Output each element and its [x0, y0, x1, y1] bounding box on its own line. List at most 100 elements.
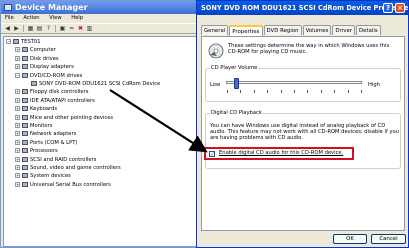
- tree-item-label: Floppy disk controllers: [30, 89, 89, 96]
- disable-icon[interactable]: ✖: [77, 25, 84, 32]
- tree-item[interactable]: − TEST01: [6, 38, 41, 46]
- system-icon: [22, 173, 28, 179]
- processor-icon: [22, 148, 28, 154]
- properties-panel: These settings determine the way in whic…: [201, 36, 405, 231]
- tab-properties[interactable]: Properties: [229, 25, 263, 36]
- intro-text-line-2: CD-ROM for playing CD music.: [228, 49, 307, 55]
- print-icon[interactable]: ▤: [36, 25, 43, 32]
- volume-tick: [294, 90, 295, 93]
- tree-item-label: Sound, video and game controllers: [30, 165, 121, 171]
- tree-item[interactable]: − DVD/CD-ROM drives: [15, 72, 82, 80]
- expand-icon[interactable]: +: [15, 47, 20, 53]
- menu-view[interactable]: View: [49, 15, 61, 21]
- computer-icon: [13, 39, 19, 44]
- close-button[interactable]: ×: [395, 3, 405, 13]
- tree-item[interactable]: SONY DVD-ROM DDU1621 SCSI CdRom Device: [24, 80, 160, 88]
- usb-icon: [22, 181, 28, 187]
- expand-icon[interactable]: +: [15, 131, 20, 137]
- uninstall-icon[interactable]: ≈: [68, 25, 75, 32]
- tab-volumes[interactable]: Volumes: [302, 25, 332, 35]
- network-icon: [22, 131, 28, 137]
- tree-item[interactable]: + System devices: [15, 172, 71, 180]
- volume-group-label: CD Player Volume: [210, 65, 259, 72]
- tree-item[interactable]: + Disk drives: [15, 55, 59, 63]
- volume-tick: [240, 90, 241, 93]
- cancel-button[interactable]: Cancel: [371, 234, 406, 244]
- tree-item[interactable]: + SCSI and RAID controllers: [15, 156, 96, 164]
- tree-item[interactable]: + Keyboards: [15, 105, 57, 113]
- enable-digital-audio-checkbox[interactable]: ✓: [209, 151, 215, 158]
- volume-slider[interactable]: [226, 78, 362, 93]
- tree-item-label: Processors: [30, 148, 58, 155]
- tree-item[interactable]: + Display adapters: [15, 63, 74, 71]
- tree-item[interactable]: + IDE ATA/ATAPI controllers: [15, 97, 95, 105]
- device-tree[interactable]: − TEST01 + Computer + Disk drives + Display ada…: [3, 36, 199, 247]
- volume-tick: [307, 90, 308, 93]
- collapse-icon[interactable]: −: [15, 72, 20, 78]
- tree-item[interactable]: + Universal Serial Bus controllers: [15, 181, 111, 189]
- expand-icon[interactable]: +: [15, 173, 20, 179]
- tree-item[interactable]: + Monitors: [15, 122, 52, 130]
- collapse-icon[interactable]: −: [6, 39, 11, 44]
- scan-icon[interactable]: ▣: [59, 25, 66, 32]
- tree-item-label: IDE ATA/ATAPI controllers: [30, 97, 95, 104]
- ok-button[interactable]: OK: [333, 234, 367, 244]
- volume-slider-thumb[interactable]: [234, 78, 239, 89]
- computer-icon: [22, 47, 28, 53]
- tab-driver[interactable]: Driver: [332, 25, 356, 35]
- forward-icon[interactable]: ▶: [13, 25, 20, 32]
- checkbox-label[interactable]: Enable digital CD audio for this CD-ROM …: [219, 150, 343, 157]
- expand-icon[interactable]: +: [15, 106, 20, 112]
- expand-icon[interactable]: +: [15, 97, 20, 103]
- expand-icon[interactable]: +: [15, 148, 20, 154]
- expand-icon[interactable]: +: [15, 139, 20, 145]
- help-icon[interactable]: ?: [45, 25, 52, 32]
- display-icon: [22, 64, 28, 70]
- expand-icon[interactable]: +: [15, 89, 20, 95]
- properties-icon[interactable]: ▦: [27, 25, 34, 32]
- expand-icon[interactable]: +: [15, 55, 20, 61]
- properties-dialog: SONY DVD ROM DDU1621 SCSI CdRom Device P…: [196, 0, 409, 248]
- mouse-icon: [22, 114, 28, 120]
- expand-icon[interactable]: +: [15, 64, 20, 70]
- menu-bar: File Action View Help: [1, 14, 199, 23]
- dialog-titlebar[interactable]: SONY DVD ROM DDU1621 SCSI CdRom Device P…: [197, 1, 408, 15]
- tree-item-label: Disk drives: [30, 55, 59, 62]
- tree-item[interactable]: + Sound, video and game controllers: [15, 164, 121, 172]
- tree-item-label: SONY DVD-ROM DDU1621 SCSI CdRom Device: [39, 81, 161, 87]
- tree-item[interactable]: + Computer: [15, 46, 56, 54]
- tab-general[interactable]: General: [201, 25, 229, 35]
- device-manager-app-icon: [4, 4, 12, 11]
- volume-high-label: High: [368, 82, 380, 88]
- controller-icon: [22, 156, 28, 162]
- tab-details[interactable]: Details: [356, 25, 381, 35]
- back-icon[interactable]: ◀: [4, 25, 11, 32]
- menu-help[interactable]: Help: [71, 15, 83, 21]
- menu-action[interactable]: Action: [23, 15, 39, 21]
- tab-dvd-region[interactable]: DVD Region: [263, 25, 302, 35]
- expand-icon[interactable]: +: [15, 123, 20, 128]
- expand-icon[interactable]: +: [15, 114, 20, 120]
- tree-item[interactable]: + Ports (COM & LPT): [15, 139, 77, 147]
- cdrom-icon: [22, 72, 28, 78]
- toolbar-separator: [23, 25, 24, 32]
- tree-item-label: Network adapters: [30, 131, 77, 138]
- volume-tick: [361, 90, 362, 93]
- expand-icon[interactable]: +: [15, 156, 20, 162]
- update-driver-icon[interactable]: ▥: [86, 25, 93, 32]
- menu-file[interactable]: File: [5, 15, 14, 21]
- tree-item[interactable]: + Network adapters: [15, 130, 76, 138]
- device-manager-title: Device Manager: [15, 3, 88, 12]
- digital-text-line-3: are having problems with CD audio.: [210, 135, 303, 141]
- tree-item[interactable]: + Processors: [15, 147, 58, 155]
- tree-item-label: TEST01: [21, 39, 41, 45]
- expand-icon[interactable]: +: [15, 165, 20, 170]
- tree-item[interactable]: + Floppy disk controllers: [15, 88, 88, 96]
- help-button[interactable]: ?: [383, 3, 393, 13]
- controller-icon: [22, 97, 28, 103]
- volume-tick: [334, 90, 335, 93]
- volume-tick: [348, 90, 349, 93]
- device-manager-titlebar[interactable]: Device Manager: [1, 1, 199, 14]
- tree-item[interactable]: + Mice and other pointing devices: [15, 114, 113, 122]
- expand-icon[interactable]: +: [15, 181, 20, 187]
